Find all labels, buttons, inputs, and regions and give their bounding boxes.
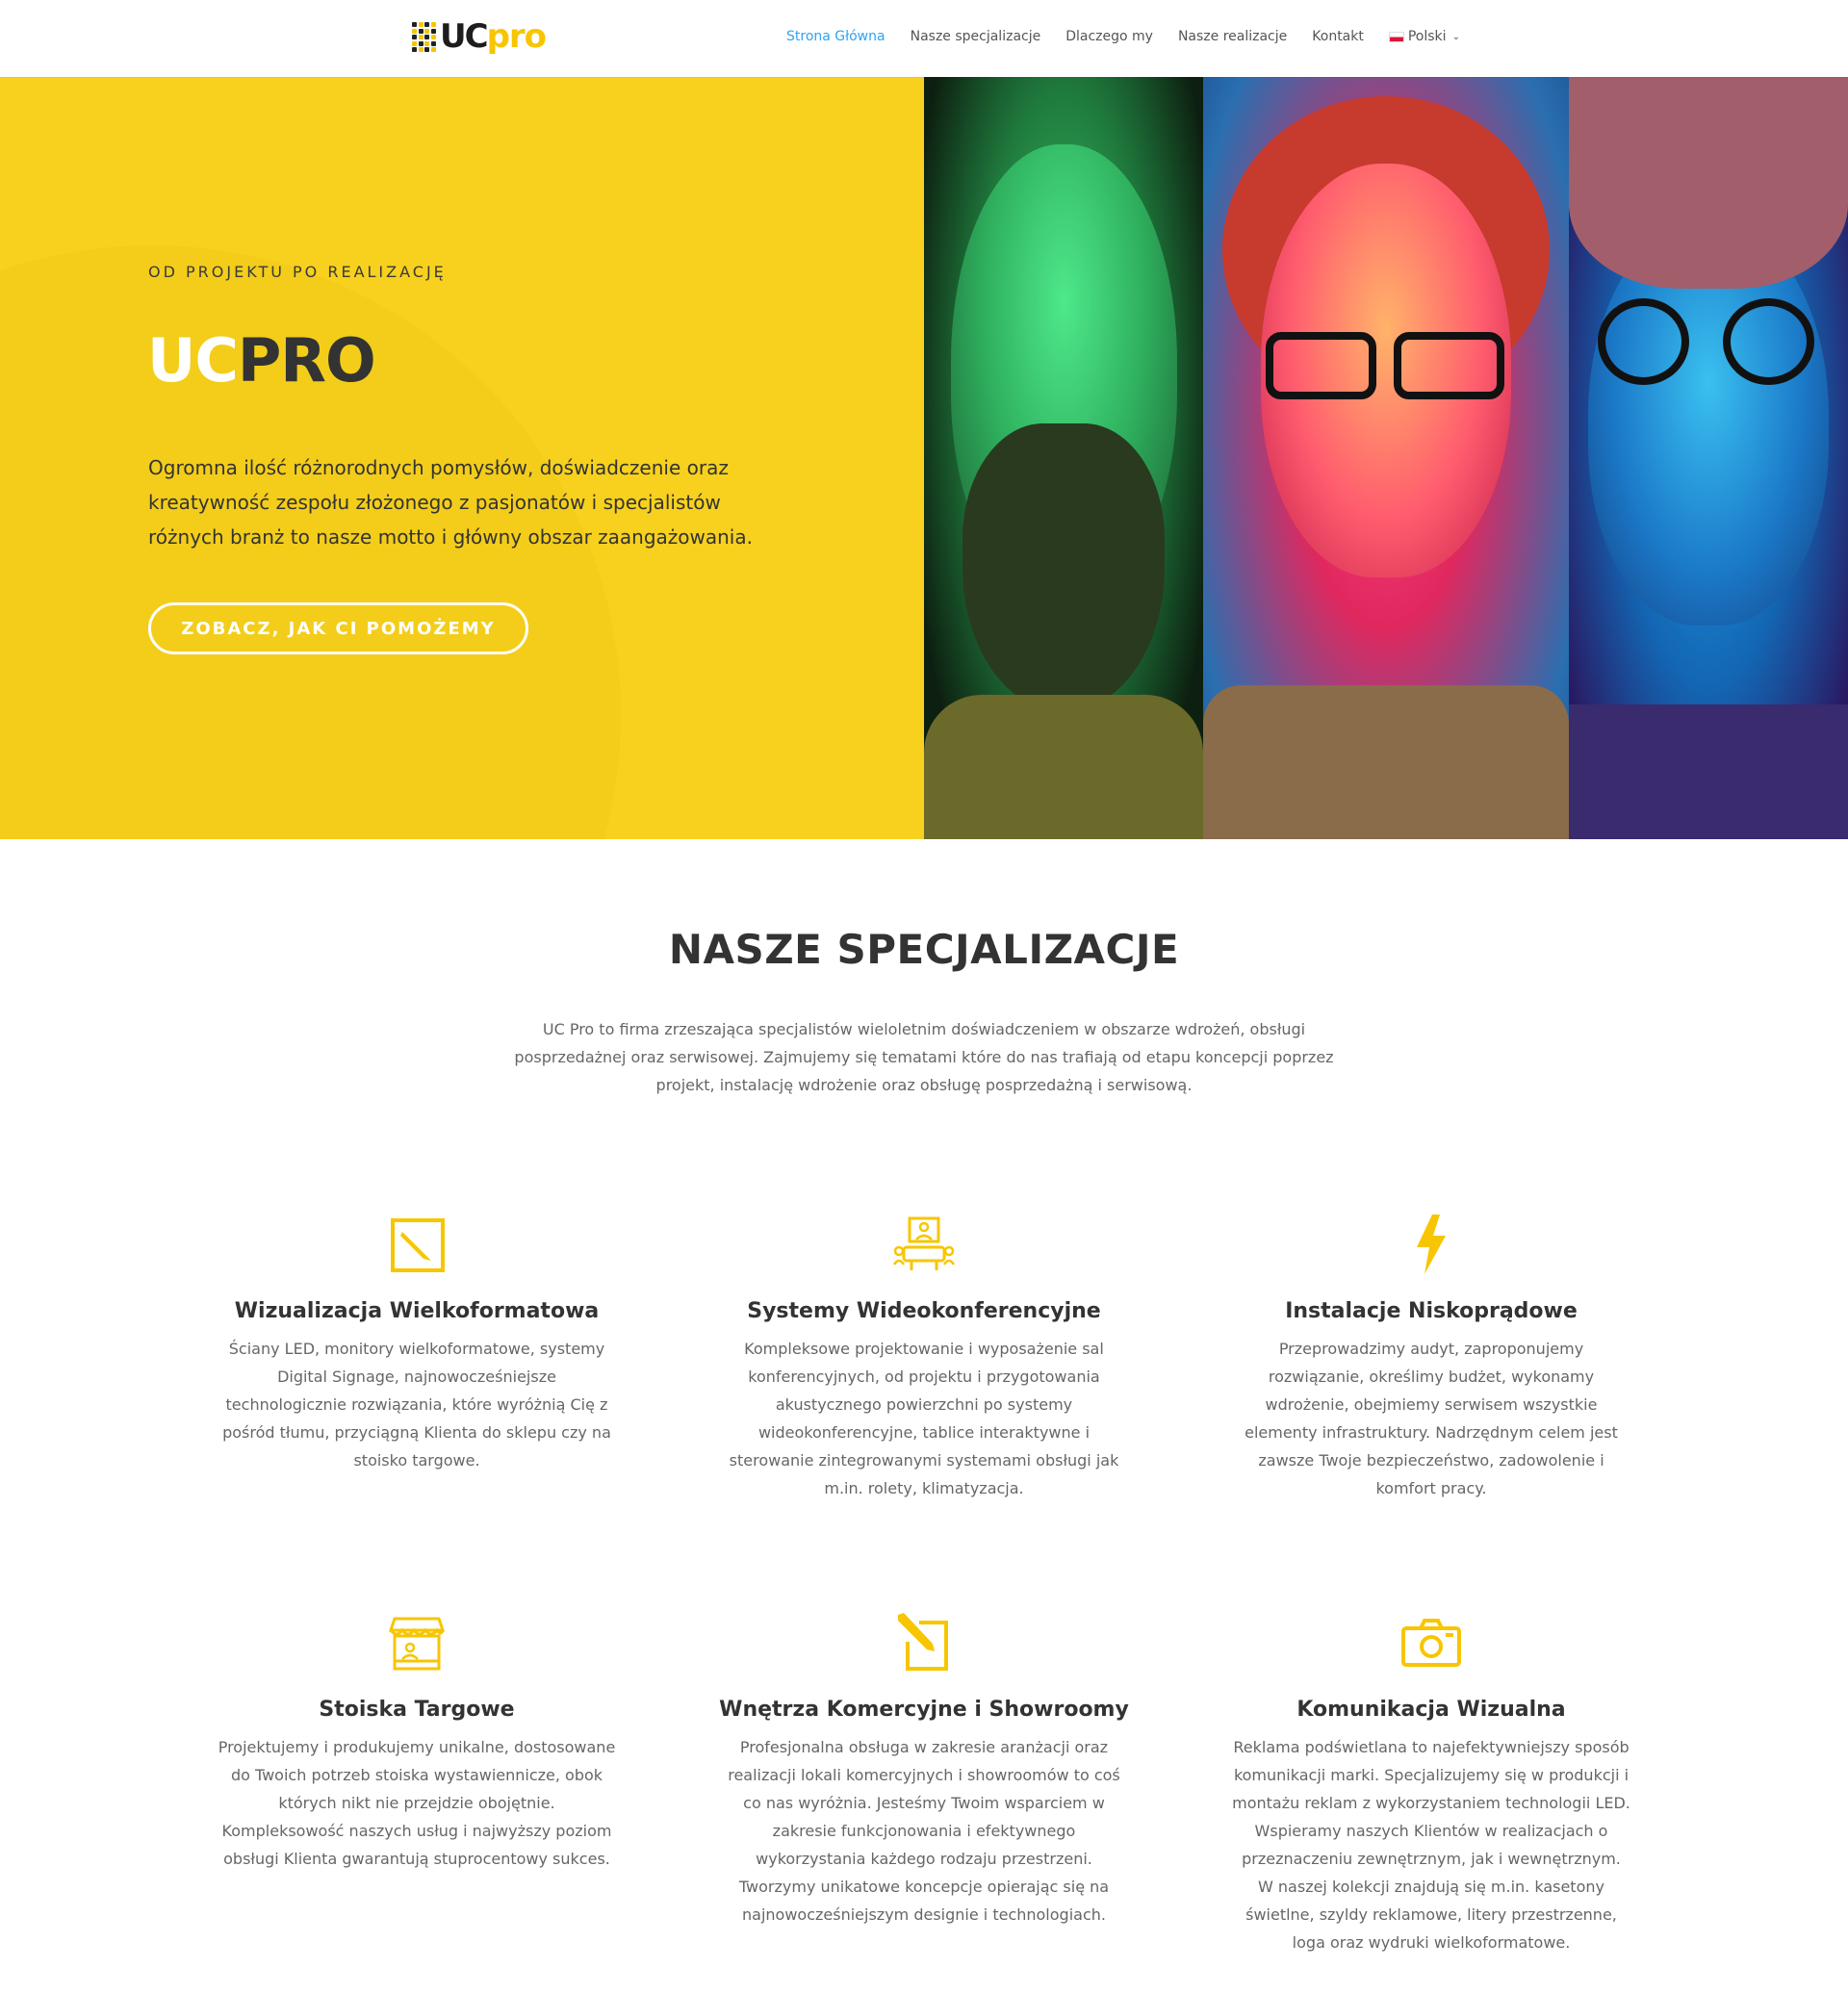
service-card-trade-stands: Stoiska Targowe Projektujemy i produkuje…	[210, 1609, 624, 1873]
service-card-videoconference: Systemy Wideokonferencyjne Kompleksowe p…	[717, 1211, 1131, 1502]
service-title: Wnętrza Komercyjne i Showroomy	[719, 1698, 1129, 1722]
pencil-square-icon	[391, 1218, 445, 1272]
site-logo[interactable]: UC pro	[412, 17, 547, 56]
nav-item-specializations[interactable]: Nasze specjalizacje	[911, 29, 1041, 44]
hero-title-light: UC	[147, 325, 239, 396]
service-description: Przeprowadzimy audyt, zaproponujemy rozw…	[1245, 1340, 1618, 1497]
language-switcher[interactable]: Polski ⌄	[1388, 29, 1460, 44]
lightning-icon	[1417, 1214, 1446, 1274]
hero-content: OD PROJEKTU PO REALIZACJĘ UCPRO Ogromna …	[0, 77, 924, 839]
service-description: Ściany LED, monitory wielkoformatowe, sy…	[222, 1340, 611, 1470]
specializations-title: NASZE SPECJALIZACJE	[668, 926, 1180, 973]
logo-pro-text: pro	[486, 17, 547, 56]
camera-icon	[1401, 1619, 1461, 1667]
service-description: Profesjonalna obsługa w zakresie aranżac…	[728, 1738, 1120, 1924]
service-title: Stoiska Targowe	[319, 1698, 515, 1722]
language-label: Polski	[1407, 29, 1447, 44]
nav-item-home[interactable]: Strona Główna	[786, 29, 886, 44]
hero-cta-button[interactable]: ZOBACZ, JAK CI POMOŻEMY	[148, 602, 528, 654]
polish-flag-icon	[1388, 31, 1404, 42]
hero-photo-bearded-man	[924, 77, 1203, 839]
hero-photo-man-sunglasses	[1569, 77, 1848, 839]
hero-title: UCPRO	[147, 325, 376, 396]
specializations-intro: UC Pro to firma zrzeszająca specjalistów…	[514, 1020, 1334, 1094]
logo-uc-text: UC	[440, 17, 489, 56]
hero-image-collage	[924, 77, 1848, 839]
service-description: Kompleksowe projektowanie i wyposażenie …	[729, 1340, 1119, 1497]
service-card-low-voltage: Instalacje Niskoprądowe Przeprowadzimy a…	[1224, 1211, 1638, 1502]
chevron-down-icon: ⌄	[1451, 31, 1460, 42]
nav-item-projects[interactable]: Nasze realizacje	[1178, 29, 1287, 44]
service-card-visualization: Wizualizacja Wielkoformatowa Ściany LED,…	[210, 1211, 624, 1474]
logo-mark-icon	[412, 22, 437, 52]
main-nav: Strona Główna Nasze specjalizacje Dlacze…	[786, 29, 1460, 44]
hero-photo-woman-glasses	[1203, 77, 1569, 839]
nav-item-why-us[interactable]: Dlaczego my	[1065, 29, 1153, 44]
site-header: UC pro Strona Główna Nasze specjalizacje…	[0, 0, 1848, 77]
pencil-design-icon	[898, 1613, 948, 1671]
hero-title-dark: PRO	[237, 325, 376, 396]
store-stand-icon	[388, 1617, 446, 1671]
service-description: Projektujemy i produkujemy unikalne, dos…	[218, 1738, 616, 1868]
hero-section: OD PROJEKTU PO REALIZACJĘ UCPRO Ogromna …	[0, 77, 1848, 839]
hero-eyebrow: OD PROJEKTU PO REALIZACJĘ	[148, 263, 447, 281]
videoconference-icon	[892, 1216, 956, 1270]
service-title: Wizualizacja Wielkoformatowa	[234, 1299, 600, 1323]
service-card-interiors: Wnętrza Komercyjne i Showroomy Profesjon…	[717, 1609, 1131, 1929]
service-title: Komunikacja Wizualna	[1296, 1698, 1566, 1722]
hero-description: Ogromna ilość różnorodnych pomysłów, doś…	[148, 456, 753, 549]
service-description: Reklama podświetlana to najefektywniejsz…	[1232, 1738, 1630, 1952]
service-title: Instalacje Niskoprądowe	[1285, 1299, 1578, 1323]
service-card-visual-communication: Komunikacja Wizualna Reklama podświetlan…	[1224, 1609, 1638, 1956]
service-title: Systemy Wideokonferencyjne	[747, 1299, 1101, 1323]
nav-item-contact[interactable]: Kontakt	[1312, 29, 1364, 44]
